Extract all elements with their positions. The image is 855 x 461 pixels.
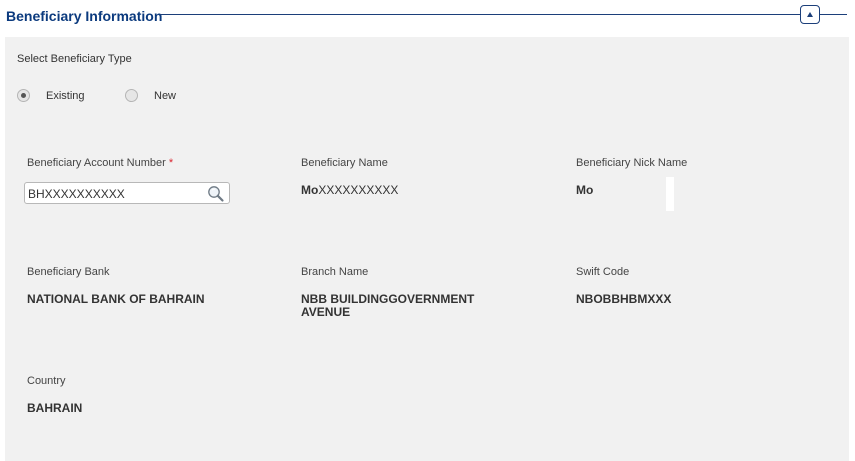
swift-value: NBOBBHBMXXX [576,292,672,306]
account-number-input[interactable] [28,186,198,201]
beneficiary-panel: Select Beneficiary Type Existing New Ben… [5,37,849,461]
triangle-up-icon [807,12,813,17]
nick-name-label: Beneficiary Nick Name [576,157,688,169]
branch-value-line2: AVENUE [301,305,351,319]
radio-new-label[interactable]: New [154,90,176,102]
nick-name-value: Mo [576,183,594,197]
radio-existing-circle[interactable] [17,89,30,102]
beneficiary-type-label: Select Beneficiary Type [17,53,132,65]
account-number-label-text: Beneficiary Account Number [27,157,166,169]
country-label: Country [27,375,66,387]
section-header: Beneficiary Information [0,0,855,36]
radio-existing-label[interactable]: Existing [46,90,85,102]
account-number-field[interactable] [24,182,230,204]
beneficiary-name-label: Beneficiary Name [301,157,388,169]
beneficiary-name-masked: XXXXXXXXXX [318,183,399,197]
bank-label: Beneficiary Bank [27,266,110,278]
required-mark: * [168,157,174,169]
beneficiary-name-prefix: Mo [301,183,319,197]
beneficiary-name-value: MoXXXXXXXXXX [301,184,398,197]
radio-new[interactable]: New [125,89,176,102]
nick-name-input-stub[interactable] [666,177,674,211]
account-number-label: Beneficiary Account Number * [27,157,173,169]
radio-new-circle[interactable] [125,89,138,102]
bank-value: NATIONAL BANK OF BAHRAIN [27,292,205,306]
section-title: Beneficiary Information [6,8,165,24]
branch-value: NBB BUILDINGGOVERNMENT AVENUE [301,293,474,319]
search-icon[interactable] [207,185,225,203]
branch-label: Branch Name [301,266,369,278]
country-value: BAHRAIN [27,401,83,415]
swift-label: Swift Code [576,266,630,278]
collapse-button[interactable] [800,5,820,24]
radio-existing[interactable]: Existing [17,89,85,102]
header-divider [160,14,847,15]
